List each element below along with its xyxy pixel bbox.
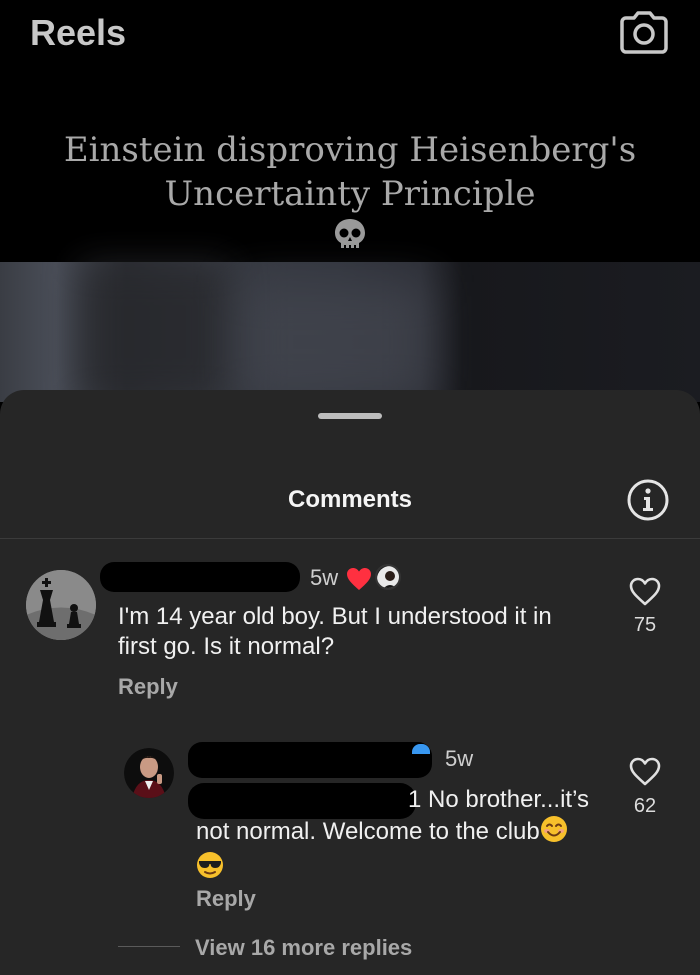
avatar[interactable] [124, 748, 174, 798]
redacted-username[interactable] [188, 742, 432, 778]
drag-handle[interactable] [318, 413, 382, 419]
avatar[interactable] [26, 570, 96, 640]
camera-icon[interactable] [620, 10, 668, 54]
like-heart-icon[interactable] [629, 577, 661, 607]
like-count: 62 [633, 795, 657, 817]
reel-header: Reels Einstein disproving Heisenberg's U… [0, 0, 700, 262]
comments-title: Comments [287, 486, 413, 513]
author-avatar [375, 564, 401, 590]
reply-button[interactable]: Reply [196, 886, 256, 912]
thread-line [118, 946, 180, 947]
reel-caption: Einstein disproving Heisenberg's Uncerta… [0, 128, 700, 265]
like-count: 75 [633, 614, 657, 636]
comment-text: I'm 14 year old boy. But I understood it… [118, 603, 552, 660]
reply-time: 5w [445, 746, 474, 771]
comment-time: 5w [310, 565, 339, 590]
view-more-replies-button[interactable]: View 16 more replies [195, 935, 412, 961]
video-blur [80, 262, 230, 402]
reply-button[interactable]: Reply [118, 674, 178, 700]
redacted-username[interactable] [100, 562, 300, 592]
skull-icon [0, 216, 700, 265]
info-icon[interactable] [626, 478, 670, 522]
reel-video-preview[interactable] [0, 262, 700, 402]
video-blur [240, 282, 430, 402]
comments-sheet: Comments 5w I'm 14 year old boy. But I u… [0, 390, 700, 975]
reply-text: 1 No brother...it’s not normal. Welcome … [196, 785, 616, 887]
smiling-face-icon [540, 815, 568, 851]
liked-by-author-heart-icon [346, 567, 372, 591]
reels-title: Reels [30, 12, 127, 53]
sunglasses-face-icon [196, 851, 224, 887]
like-heart-icon[interactable] [629, 757, 661, 787]
reel-caption-line2: Uncertainty Principle [0, 172, 700, 265]
header-divider [0, 538, 700, 539]
reel-caption-line1: Einstein disproving Heisenberg's [63, 130, 637, 170]
verified-badge-icon [412, 744, 430, 754]
